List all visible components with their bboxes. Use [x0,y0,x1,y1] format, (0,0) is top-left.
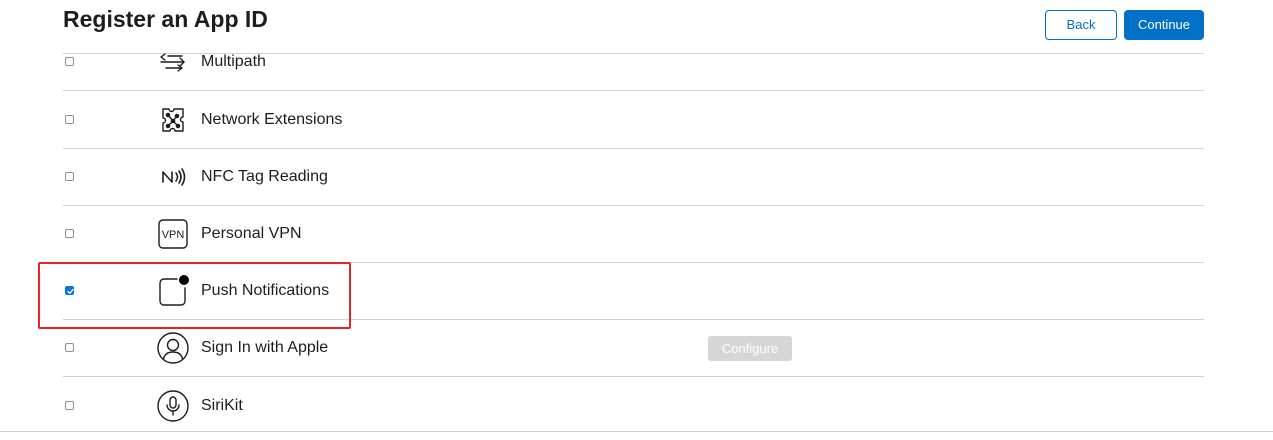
nfc-icon [156,160,190,194]
capability-label: Network Extensions [201,111,343,128]
vpn-icon: VPN [156,217,190,251]
configure-button[interactable]: Configure [708,336,792,361]
svg-text:VPN: VPN [162,229,185,241]
checkbox-personal-vpn[interactable] [65,229,74,238]
capability-row-multipath: Multipath [63,34,1204,91]
capability-label: Sign In with Apple [201,339,329,356]
bottom-divider [0,431,1273,432]
sign-in-with-apple-icon [156,331,190,365]
checkbox-multipath[interactable] [65,57,74,66]
microphone-icon [156,389,190,423]
page-title: Register an App ID [63,6,268,32]
capability-row-network-extensions: Network Extensions [63,92,1204,149]
capability-row-sirikit: SiriKit [63,377,1204,434]
capability-label: SiriKit [201,396,243,414]
checkbox-nfc-tag-reading[interactable] [65,172,74,181]
capability-label: NFC Tag Reading [201,168,328,185]
checkbox-network-extensions[interactable] [65,115,74,124]
capability-label: Multipath [201,53,266,70]
capability-row-nfc-tag-reading: NFC Tag Reading [63,149,1204,206]
checkbox-sirikit[interactable] [65,400,74,410]
highlight-box [38,262,351,329]
capability-row-personal-vpn: VPN Personal VPN [63,206,1204,263]
multipath-icon [156,45,190,79]
checkbox-sign-in-with-apple[interactable] [65,343,74,352]
capability-label: Personal VPN [201,225,302,242]
network-extensions-icon [156,103,190,137]
